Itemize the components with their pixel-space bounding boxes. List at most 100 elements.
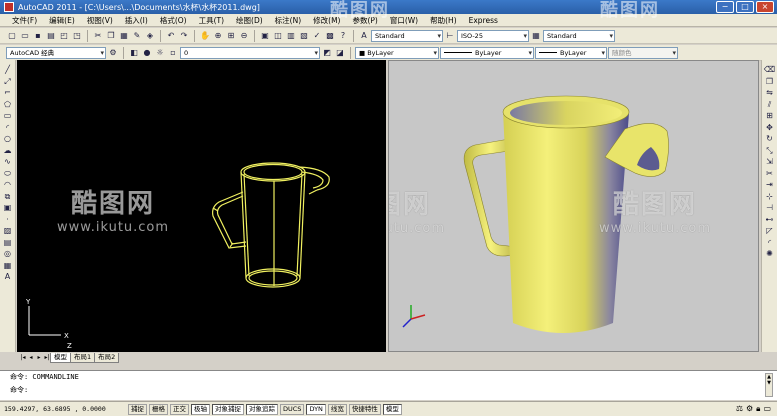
paste-icon[interactable]: ▦ [118, 30, 130, 42]
make-block-icon[interactable]: ▣ [2, 202, 14, 214]
menu-express[interactable]: Express [463, 16, 504, 25]
workspace-switch-icon[interactable]: ⚙ [746, 404, 753, 414]
markup-icon[interactable]: ✓ [311, 30, 323, 42]
save-icon[interactable]: ▪ [32, 30, 44, 42]
menu-draw[interactable]: 绘图(D) [230, 15, 269, 26]
chamfer-icon[interactable]: ◸ [764, 225, 776, 237]
layer-select[interactable]: 0 [180, 46, 320, 59]
explode-icon[interactable]: ✺ [764, 248, 776, 260]
menu-view[interactable]: 视图(V) [81, 15, 119, 26]
rotate-icon[interactable]: ↻ [764, 133, 776, 145]
next-tab-icon[interactable]: ▸ [35, 354, 43, 362]
model-space-toggle[interactable]: 模型 [382, 403, 402, 415]
tab-layout-2[interactable]: 布局2 [94, 352, 120, 363]
layer-properties-icon[interactable]: ◧ [128, 47, 140, 59]
menu-dimension[interactable]: 标注(N) [269, 15, 307, 26]
ortho-toggle[interactable]: 正交 [170, 403, 189, 415]
copy-icon[interactable]: ❐ [764, 76, 776, 88]
menu-parametric[interactable]: 参数(P) [346, 15, 383, 26]
offset-icon[interactable]: ⫽ [764, 99, 776, 111]
lineweight-toggle[interactable]: 线宽 [327, 403, 347, 415]
prev-tab-icon[interactable]: ◂ [27, 354, 35, 362]
close-button[interactable]: × [756, 1, 774, 13]
osnap-toggle[interactable]: 对象捕捉 [212, 403, 244, 415]
dyn-toggle[interactable]: DYN [306, 403, 326, 415]
menu-modify[interactable]: 修改(M) [307, 15, 346, 26]
snap-toggle[interactable]: 捕捉 [128, 403, 147, 415]
zoom-realtime-icon[interactable]: ⊕ [212, 30, 224, 42]
erase-icon[interactable]: ⌫ [764, 64, 776, 76]
break-at-point-icon[interactable]: ⊹ [764, 191, 776, 203]
construction-line-icon[interactable]: ⤢ [2, 76, 14, 88]
mirror-icon[interactable]: ⇋ [764, 87, 776, 99]
command-window[interactable]: 命令: COMMANDLINE 命令: ▲ ▼ [0, 370, 777, 400]
annotation-scale-icon[interactable]: ⚖ [736, 404, 743, 414]
polygon-icon[interactable]: ⬠ [2, 99, 14, 111]
fillet-icon[interactable]: ◜ [764, 237, 776, 249]
plot-icon[interactable]: ▤ [45, 30, 57, 42]
zoom-previous-icon[interactable]: ⊖ [238, 30, 250, 42]
autocad-app-icon[interactable] [4, 2, 14, 12]
menu-file[interactable]: 文件(F) [6, 15, 43, 26]
spline-icon[interactable]: ∿ [2, 156, 14, 168]
properties-icon[interactable]: ▣ [259, 30, 271, 42]
sheet-set-icon[interactable]: ▧ [298, 30, 310, 42]
open-file-icon[interactable]: ▭ [19, 30, 31, 42]
menu-edit[interactable]: 编辑(E) [43, 15, 81, 26]
match-properties-icon[interactable]: ✎ [131, 30, 143, 42]
maximize-button[interactable]: □ [736, 1, 754, 13]
command-prompt[interactable]: 命令: [0, 384, 777, 397]
help-icon[interactable]: ? [337, 30, 349, 42]
circle-icon[interactable]: ○ [2, 133, 14, 145]
plot-preview-icon[interactable]: ◰ [58, 30, 70, 42]
zoom-window-icon[interactable]: ⊞ [225, 30, 237, 42]
table-style-select[interactable]: Standard [543, 29, 615, 42]
scale-icon[interactable]: ⤡ [764, 145, 776, 157]
lineweight-select[interactable]: ByLayer [535, 46, 607, 59]
clean-screen-icon[interactable]: ▭ [763, 404, 771, 414]
break-icon[interactable]: ⊣ [764, 202, 776, 214]
rectangle-icon[interactable]: ▭ [2, 110, 14, 122]
layer-previous-icon[interactable]: ◪ [334, 47, 346, 59]
menu-window[interactable]: 窗口(W) [384, 15, 424, 26]
cut-icon[interactable]: ✂ [92, 30, 104, 42]
coordinate-display[interactable]: 159.4297, 63.6895 , 0.0000 [4, 405, 126, 413]
color-select[interactable]: ■ ByLayer [355, 46, 439, 59]
point-icon[interactable]: · [2, 214, 14, 226]
hatch-icon[interactable]: ▨ [2, 225, 14, 237]
text-style-select[interactable]: Standard [371, 29, 443, 42]
trim-icon[interactable]: ✂ [764, 168, 776, 180]
pan-icon[interactable]: ✋ [199, 30, 211, 42]
quick-properties-toggle[interactable]: 快捷特性 [348, 403, 381, 415]
linetype-select[interactable]: ByLayer [440, 46, 534, 59]
tab-layout-1[interactable]: 布局1 [70, 352, 96, 363]
move-icon[interactable]: ✥ [764, 122, 776, 134]
revision-cloud-icon[interactable]: ☁ [2, 145, 14, 157]
line-icon[interactable]: ╱ [2, 64, 14, 76]
extend-icon[interactable]: ⇥ [764, 179, 776, 191]
ducs-toggle[interactable]: DUCS [280, 403, 305, 415]
ellipse-arc-icon[interactable]: ◠ [2, 179, 14, 191]
first-tab-icon[interactable]: |◂ [19, 354, 27, 362]
menu-help[interactable]: 帮助(H) [424, 15, 463, 26]
minimize-button[interactable]: − [716, 1, 734, 13]
workspace-select[interactable]: AutoCAD 经典 [6, 46, 106, 59]
region-icon[interactable]: ◎ [2, 248, 14, 260]
viewport-shaded[interactable]: 酷图网 www.ikutu.com 酷图网 www.ikutu.com [388, 60, 759, 352]
menu-tools[interactable]: 工具(T) [193, 15, 230, 26]
join-icon[interactable]: ⊷ [764, 214, 776, 226]
grid-toggle[interactable]: 栅格 [149, 403, 168, 415]
gradient-icon[interactable]: ▤ [2, 237, 14, 249]
tab-model[interactable]: 模型 [50, 352, 71, 363]
menu-format[interactable]: 格式(O) [154, 15, 193, 26]
undo-icon[interactable]: ↶ [165, 30, 177, 42]
stretch-icon[interactable]: ⇲ [764, 156, 776, 168]
new-file-icon[interactable]: ▢ [6, 30, 18, 42]
otrack-toggle[interactable]: 对象追踪 [246, 403, 278, 415]
make-current-layer-icon[interactable]: ◩ [321, 47, 333, 59]
command-scrollbar[interactable]: ▲ ▼ [765, 373, 773, 397]
redo-icon[interactable]: ↷ [178, 30, 190, 42]
tool-palettes-icon[interactable]: ▥ [285, 30, 297, 42]
lock-icon[interactable]: 🔒︎ [756, 404, 760, 414]
design-center-icon[interactable]: ◫ [272, 30, 284, 42]
